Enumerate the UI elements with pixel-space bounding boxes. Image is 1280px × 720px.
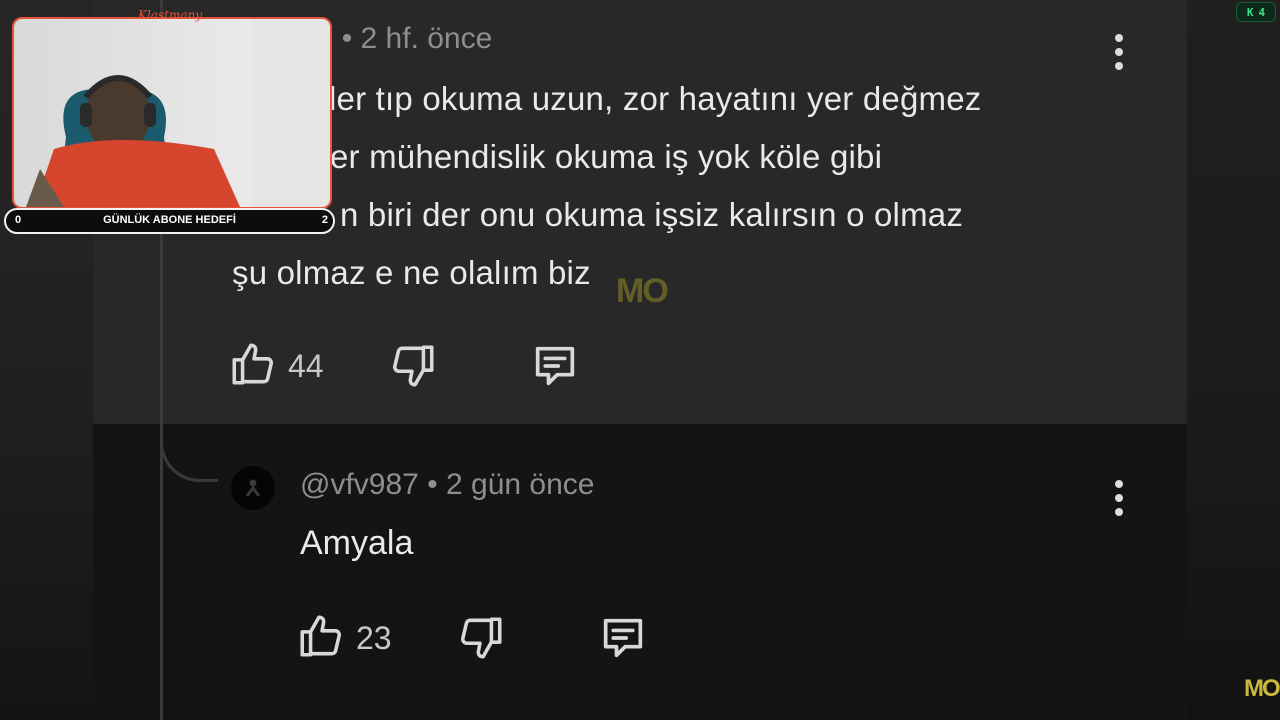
comment-text-line-4: şu olmaz e ne olalım biz <box>232 254 591 291</box>
watermark-logo: MO <box>616 272 669 310</box>
reply-avatar[interactable] <box>231 466 275 510</box>
reply-like-count: 23 <box>356 620 392 656</box>
webcam-feed <box>14 19 330 207</box>
comment-text-line-1: der tıp okuma uzun, zor hayatını yer değ… <box>318 80 982 117</box>
comment-reply-button[interactable] <box>528 340 582 397</box>
comment-more-vertical-icon[interactable] <box>1115 34 1123 70</box>
like-icon <box>300 615 342 657</box>
streamer-name: Klastmany <box>138 8 202 22</box>
kick-viewer-badge: K 4 <box>1236 2 1276 22</box>
like-icon <box>232 343 274 385</box>
dislike-icon <box>392 345 434 387</box>
goal-target: 2 <box>321 214 328 226</box>
comment-dislike-button[interactable] <box>388 340 438 397</box>
goal-label: GÜNLÜK ABONE HEDEFİ <box>103 214 236 226</box>
reply-reply-button[interactable] <box>596 612 650 669</box>
background-right <box>1187 0 1280 720</box>
comment-like-count: 44 <box>288 348 324 384</box>
kick-logo-icon: K <box>1246 5 1254 19</box>
subscriber-goal-bar: 0 GÜNLÜK ABONE HEDEFİ 2 <box>4 208 335 234</box>
comment-like-button[interactable] <box>228 338 278 395</box>
comment-text-line-3: n biri der onu okuma işsiz kalırsın o ol… <box>340 196 964 233</box>
reply-dislike-button[interactable] <box>456 612 506 669</box>
kick-viewer-count: 4 <box>1258 5 1266 19</box>
reply-text: Amyala <box>300 524 414 562</box>
reply-like-button[interactable] <box>296 610 346 667</box>
dislike-icon <box>460 617 502 659</box>
reply-icon <box>535 346 575 386</box>
webcam-overlay <box>12 17 332 209</box>
reply-meta: @vfv987 • 2 gün önce <box>300 468 595 501</box>
reply-more-vertical-icon[interactable] <box>1115 480 1123 516</box>
avatar-figure-icon <box>245 479 261 497</box>
reply-icon <box>603 618 643 658</box>
watermark-logo-corner: MO <box>1244 675 1280 702</box>
comment-text-line-2: er mühendislik okuma iş yok köle gibi <box>330 138 883 175</box>
